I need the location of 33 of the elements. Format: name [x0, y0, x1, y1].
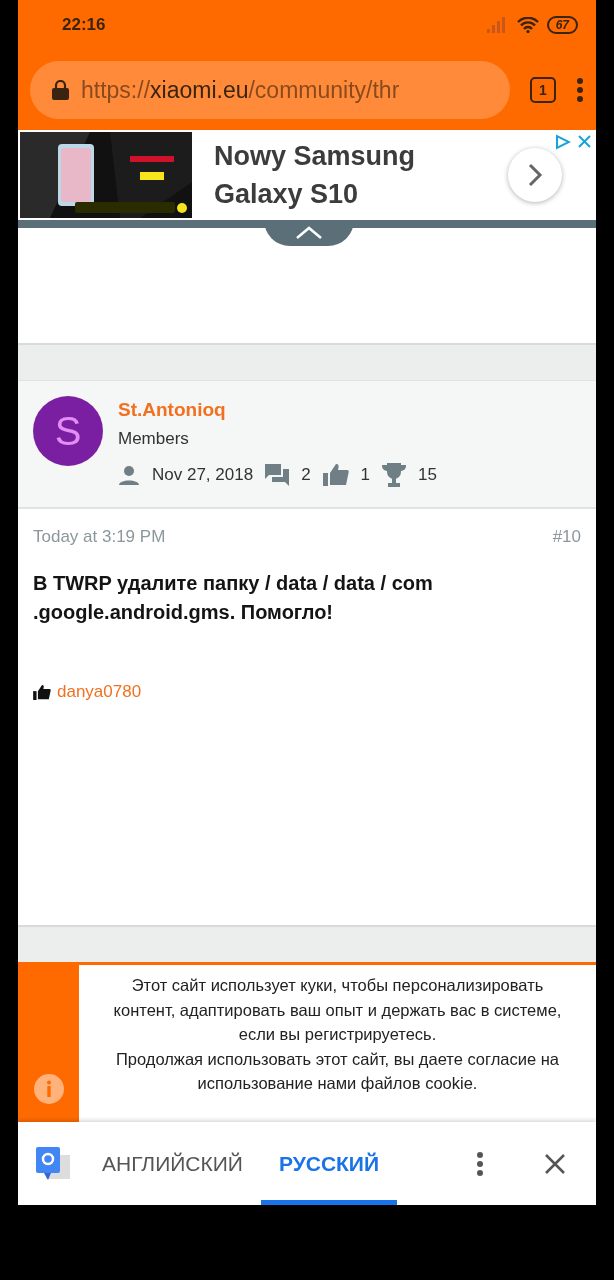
info-icon: [33, 1074, 64, 1104]
trophy-icon: [382, 463, 407, 487]
chat-icon: [265, 464, 290, 486]
chevron-right-icon: [527, 162, 543, 188]
ad-choices-icon[interactable]: [555, 134, 571, 150]
avatar: S: [33, 396, 103, 466]
address-field[interactable]: https://xiaomi.eu/community/thr: [30, 61, 510, 119]
like-count: 1: [360, 465, 371, 485]
language-tab[interactable]: РУССКИЙ: [260, 1122, 398, 1205]
battery-indicator: 67: [546, 16, 578, 34]
language-tab[interactable]: АНГЛИЙСКИЙ: [84, 1122, 261, 1205]
message-count: 2: [301, 465, 311, 485]
post-time[interactable]: Today at 3:19 PM: [33, 527, 166, 547]
cookie-text: Этот сайт использует куки, чтобы персонализировать контент, адаптировать ваш опыт и держать вас в системе, если вы регистрируетесь.: [112, 975, 563, 1045]
lock-icon: [52, 80, 69, 100]
chevron-up-icon: [295, 226, 323, 240]
cookie-text: Продолжая использовать этот сайт, вы даете согласие на использование нами файлов cookie.: [114, 1048, 561, 1094]
translate-icon: [36, 1146, 70, 1181]
menu-icon[interactable]: [576, 77, 584, 103]
thumbs-up-icon: [322, 464, 349, 486]
wifi-icon: [516, 17, 539, 33]
points-count: 15: [418, 465, 437, 485]
thumbs-up-icon: [33, 684, 51, 700]
tab-count-button[interactable]: 1: [530, 77, 556, 103]
liker-link[interactable]: danya0780: [57, 682, 142, 702]
post-text: В TWRP удалите папку / data / data / com .google.android.gms. Помогло!: [33, 571, 434, 625]
post-number[interactable]: #10: [552, 527, 581, 547]
joined-date: Nov 27, 2018: [152, 465, 254, 485]
person-icon: [118, 465, 140, 485]
next-button[interactable]: [508, 148, 562, 202]
author-name[interactable]: St.Antonioq: [118, 399, 437, 421]
clock: 22:16: [62, 15, 106, 35]
author-role: Members: [118, 429, 190, 449]
